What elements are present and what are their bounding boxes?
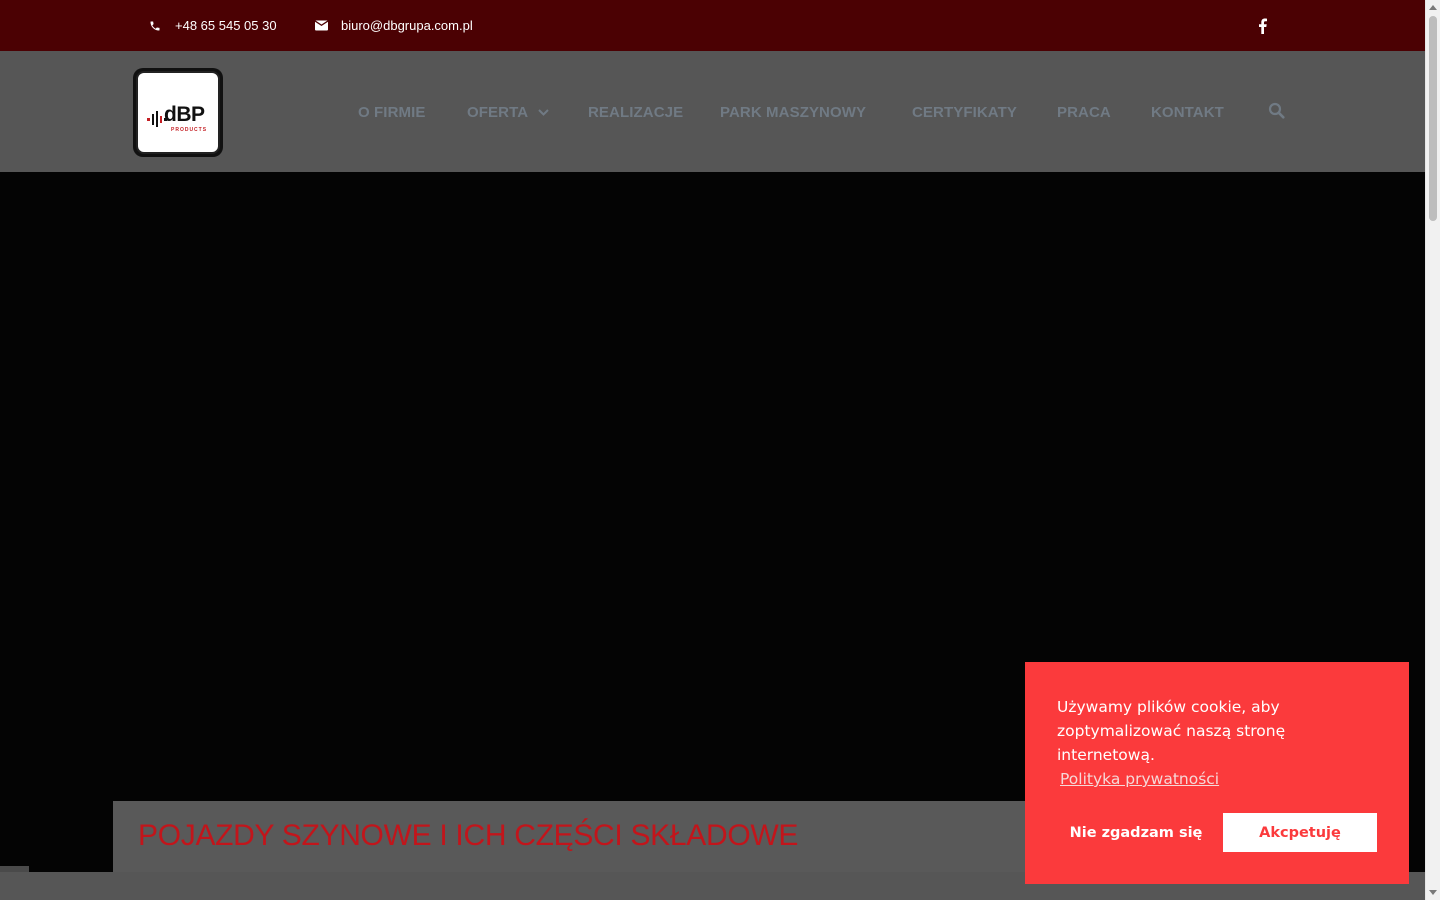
nav-item-label: PARK MASZYNOWY <box>720 104 867 121</box>
cookie-message: Używamy plików cookie, aby zoptymalizowa… <box>1057 698 1286 764</box>
scrollbar-thumb[interactable] <box>1429 16 1437 221</box>
page-scrollbar[interactable] <box>1425 0 1440 900</box>
nav-item-label: O FIRMIE <box>358 104 426 121</box>
nav-item-o-firmie[interactable]: O FIRMIE <box>358 104 425 121</box>
nav-item-realizacje[interactable]: REALIZACJE <box>588 104 683 121</box>
phone-icon <box>148 19 162 33</box>
nav-item-kontakt[interactable]: KONTAKT <box>1151 104 1224 121</box>
privacy-policy-link[interactable]: Polityka prywatności <box>1060 770 1219 788</box>
phone-number: +48 65 545 05 30 <box>175 18 277 33</box>
envelope-icon <box>314 19 328 33</box>
search-icon[interactable] <box>1268 102 1286 120</box>
facebook-icon[interactable] <box>1254 16 1270 36</box>
topbar-phone[interactable]: +48 65 545 05 30 <box>148 0 277 51</box>
nav-item-label: KONTAKT <box>1151 104 1224 121</box>
nav-item-oferta[interactable]: OFERTA <box>467 104 549 121</box>
nav-item-label: REALIZACJE <box>588 104 684 121</box>
hero-caption-title: POJAZDY SZYNOWE I ICH CZĘŚCI SKŁADOWE <box>138 819 799 852</box>
chevron-down-icon <box>538 109 549 116</box>
top-bar: +48 65 545 05 30 biuro@dbgrupa.com.pl <box>0 0 1425 51</box>
topbar-email[interactable]: biuro@dbgrupa.com.pl <box>314 0 473 51</box>
nav-item-certyfikaty[interactable]: CERTYFIKATY <box>912 104 1017 121</box>
main-navigation: O FIRMIE OFERTA REALIZACJE PARK MASZYNOW… <box>0 51 1425 172</box>
cookie-accept-button[interactable]: Akcpetuję <box>1223 813 1377 852</box>
scroll-up-icon[interactable] <box>1429 5 1437 10</box>
cookie-banner: Używamy plików cookie, aby zoptymalizowa… <box>1025 662 1409 884</box>
nav-item-label: CERTYFIKATY <box>912 104 1017 121</box>
nav-item-label: PRACA <box>1057 104 1111 121</box>
cookie-decline-button[interactable]: Nie zgadzam się <box>1057 813 1215 852</box>
nav-item-park-maszynowy[interactable]: PARK MASZYNOWY <box>720 104 866 121</box>
nav-item-praca[interactable]: PRACA <box>1057 104 1111 121</box>
scroll-down-icon[interactable] <box>1429 890 1437 895</box>
email-address: biuro@dbgrupa.com.pl <box>341 18 473 33</box>
nav-item-label: OFERTA <box>467 104 529 121</box>
